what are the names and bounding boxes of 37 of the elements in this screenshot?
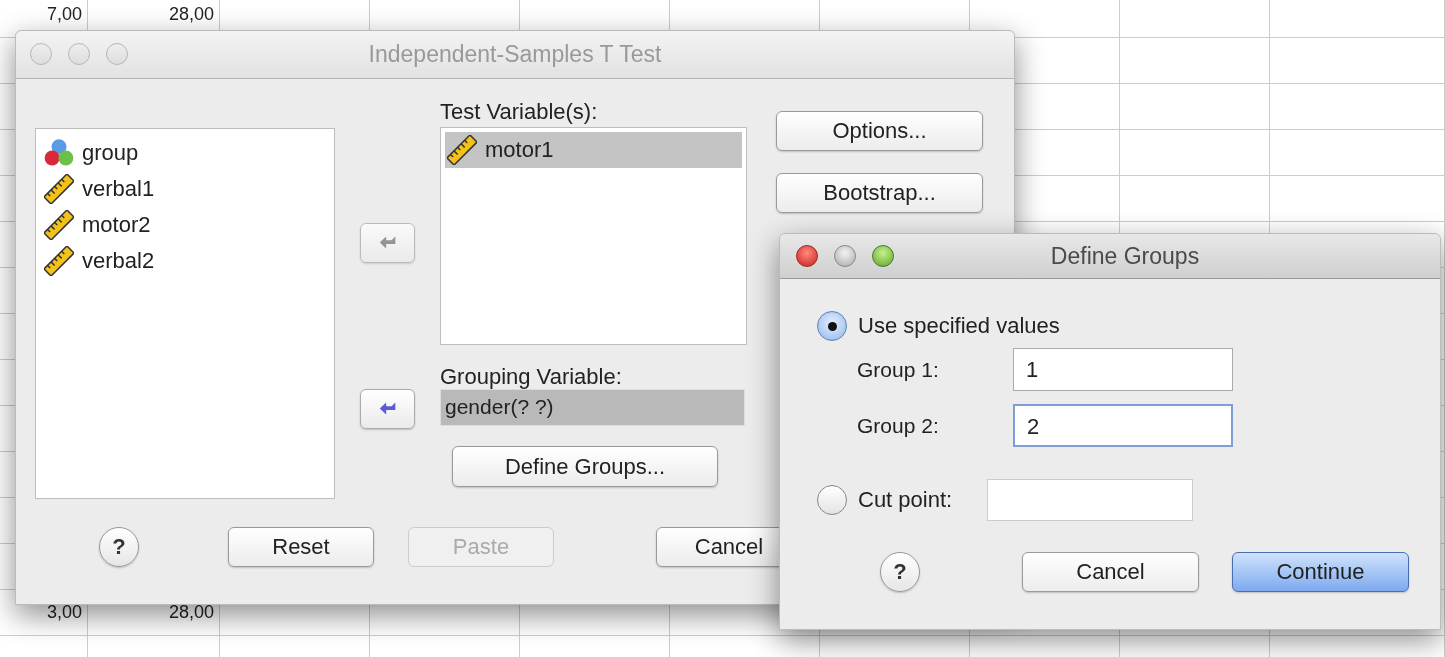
field-label: Grouping Variable: (440, 364, 622, 389)
radio-button[interactable] (817, 311, 847, 341)
variable-item[interactable]: motor2 (42, 207, 328, 243)
cell-value: 28,00 (168, 602, 214, 623)
side-button[interactable]: Bootstrap... (776, 173, 983, 213)
move-button[interactable] (360, 389, 415, 429)
radio-label: Use specified values (858, 313, 1060, 339)
cut-point-field[interactable] (987, 479, 1194, 521)
window-control-icon[interactable] (834, 245, 856, 267)
variable-item[interactable]: verbal2 (42, 243, 328, 279)
help-button[interactable]: ? (99, 526, 139, 567)
side-button[interactable]: Options... (776, 111, 983, 151)
ruler-icon (447, 135, 477, 165)
radio-button[interactable] (817, 485, 847, 515)
input-field[interactable]: 1 (1013, 348, 1233, 391)
field-label: Group 2: (856, 413, 940, 438)
dialog-button[interactable]: Cancel (1022, 552, 1199, 592)
dialog-button[interactable]: Continue (1232, 552, 1409, 592)
field-label: Group 1: (856, 357, 940, 382)
list-label: Test Variable(s): (440, 99, 598, 126)
cell-value: 3,00 (46, 602, 82, 623)
cell-value: 7,00 (46, 4, 82, 25)
variable-item[interactable]: verbal1 (42, 171, 328, 207)
variable-item[interactable]: motor1 (445, 132, 742, 168)
window-title: Independent-Samples T Test (368, 41, 662, 68)
window-control-icon[interactable] (796, 245, 818, 267)
variable-item[interactable]: group (42, 135, 328, 171)
help-button[interactable]: ? (880, 552, 920, 592)
cell-value: 28,00 (168, 4, 214, 25)
grouping-field[interactable]: gender(? ?) (440, 389, 745, 426)
dialog-button[interactable]: Reset (228, 526, 374, 567)
window-title: Define Groups (1050, 242, 1200, 270)
define-groups-button[interactable]: Define Groups... (452, 446, 718, 487)
window-control-icon[interactable] (872, 245, 894, 267)
input-field[interactable]: 2 (1013, 404, 1233, 447)
circles-icon (44, 138, 74, 168)
radio-label: Cut point: (858, 487, 953, 513)
